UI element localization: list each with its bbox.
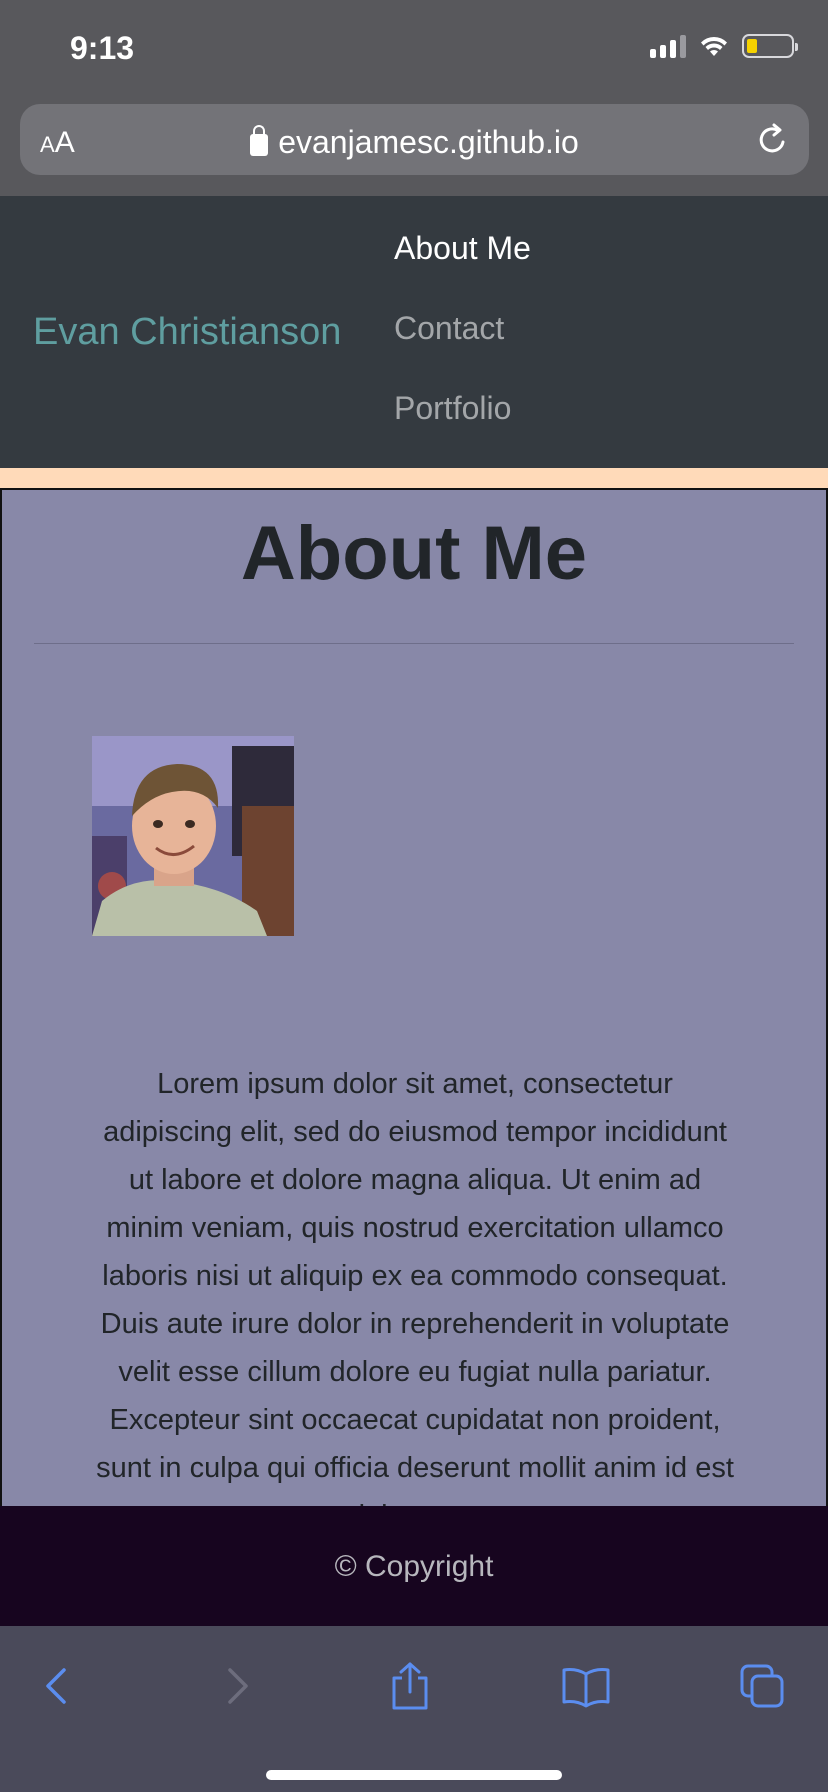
battery-icon — [742, 34, 798, 58]
divider — [34, 643, 794, 644]
wifi-icon — [701, 36, 727, 56]
lock-icon — [250, 125, 269, 156]
url-text: evanjamesc.github.io — [278, 124, 579, 160]
forward-icon[interactable] — [206, 1656, 266, 1716]
reload-icon[interactable] — [753, 120, 793, 160]
browser-toolbar — [0, 1626, 828, 1792]
about-paragraph: Lorem ipsum dolor sit amet, consectetur … — [96, 1068, 734, 1508]
nav-link-about-me[interactable]: About Me — [394, 228, 531, 308]
about-section: About Me Lorem ipsum dolor sit amet, con… — [0, 488, 828, 1508]
tabs-icon[interactable] — [732, 1656, 792, 1716]
copyright-text: © Copyright — [334, 1550, 494, 1583]
bookmarks-icon[interactable] — [556, 1656, 616, 1716]
home-indicator — [266, 1770, 562, 1780]
profile-photo — [92, 736, 294, 936]
brand-link[interactable]: Evan Christianson — [33, 311, 341, 354]
back-icon[interactable] — [28, 1656, 88, 1716]
nav-link-portfolio[interactable]: Portfolio — [394, 388, 531, 468]
address-bar[interactable]: AA evanjamesc.github.io — [20, 104, 809, 175]
cellular-signal-icon — [650, 34, 686, 58]
status-time: 9:13 — [70, 30, 135, 66]
url-display[interactable]: evanjamesc.github.io — [20, 124, 809, 161]
nav-link-contact[interactable]: Contact — [394, 308, 531, 388]
site-navbar: Evan Christianson About Me Contact Portf… — [0, 196, 828, 468]
share-icon[interactable] — [380, 1656, 440, 1716]
accent-band — [0, 468, 828, 488]
status-bar: 9:13 — [0, 0, 828, 96]
nav-links: About Me Contact Portfolio — [394, 228, 531, 468]
browser-address-area: AA evanjamesc.github.io — [0, 96, 828, 196]
site-footer: © Copyright — [0, 1506, 828, 1626]
page-title: About Me — [240, 511, 588, 596]
status-icons — [650, 34, 798, 58]
